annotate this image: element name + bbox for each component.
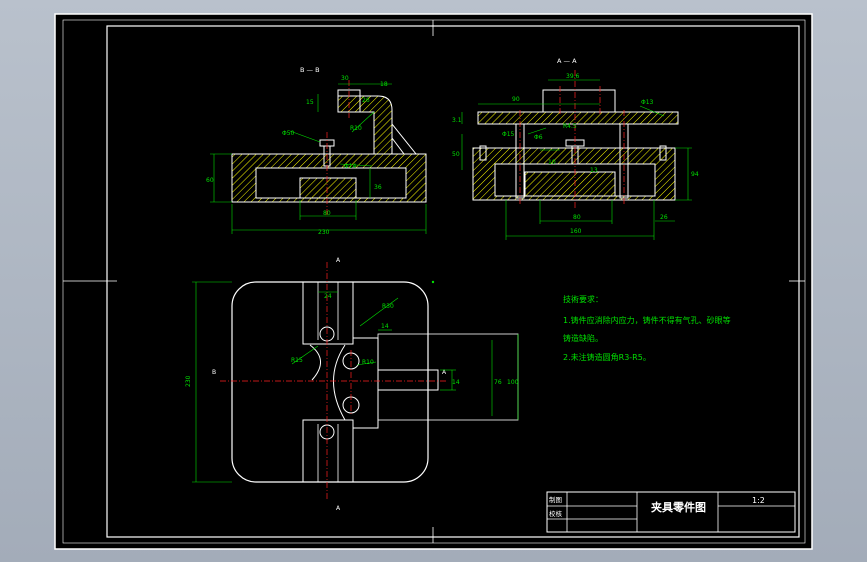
aa-dim-13: 13 — [590, 167, 598, 174]
drawing-sheet: B — B 230 60 80 36 15 Φ50 R10 Φ14 18 26 … — [54, 13, 813, 550]
pv-dim-14b: 14 — [452, 379, 460, 386]
marker-dot — [431, 280, 435, 284]
notes-line2: 2.未注铸造圆角R3-R5。 — [563, 352, 651, 362]
bb-dim-36: 36 — [374, 184, 382, 191]
bb-dim-80: 80 — [323, 210, 331, 217]
pv-dim-76: 76 — [494, 379, 502, 386]
pv-dim-24: 24 — [324, 293, 332, 300]
bb-dim-26: 26 — [362, 97, 370, 104]
tb-scale: 1:2 — [752, 496, 765, 505]
aa-dim-phi13: Φ13 — [641, 99, 654, 106]
pv-dim-r30: R30 — [382, 303, 394, 310]
aa-insert — [524, 171, 616, 197]
bb-dim-230: 230 — [318, 229, 330, 236]
aa-dim-160: 160 — [570, 228, 582, 235]
pv-arrow-b-left: B — [212, 369, 216, 376]
aa-dim-50: 50 — [452, 151, 460, 158]
aa-top-plate — [477, 111, 679, 125]
aa-dim-94: 94 — [691, 171, 699, 178]
pv-dim-r15: R15 — [291, 357, 303, 364]
notes-line1b: 铸造缺陷。 — [563, 333, 603, 343]
bb-dim-30: 30 — [341, 75, 349, 82]
pv-dim-r10: R10 — [362, 359, 374, 366]
pv-dim-14a: 14 — [381, 323, 389, 330]
bb-insert — [299, 177, 357, 199]
aa-dim-phi6: Φ6 — [534, 134, 543, 141]
aa-dim-phi15: Φ15 — [502, 131, 515, 138]
aa-dim-80: 80 — [573, 214, 581, 221]
bb-dim-15: 15 — [306, 99, 314, 106]
section-aa-label: A — A — [557, 57, 577, 65]
cad-viewport[interactable]: B — B 230 60 80 36 15 Φ50 R10 Φ14 18 26 … — [0, 0, 867, 562]
bb-dim-r10: R10 — [350, 125, 362, 132]
notes-title: 技術要求： — [563, 294, 603, 304]
bb-dim-60: 60 — [206, 177, 214, 184]
notes-line1: 1.铸件应消除内应力，铸件不得有气孔、砂眼等 — [563, 315, 731, 325]
section-bb-label: B — B — [300, 66, 320, 74]
bb-dim-phi14: Φ14 — [344, 163, 357, 170]
aa-dim-39-6: 39.6 — [566, 73, 580, 80]
tb-drawing-name: 夹具零件图 — [651, 500, 706, 514]
aa-dim-90: 90 — [512, 96, 520, 103]
aa-dim-10: 10 — [548, 159, 556, 166]
pv-dim-230: 230 — [185, 375, 192, 387]
pv-dim-100: 100 — [507, 379, 519, 386]
bb-dim-phi50: Φ50 — [282, 130, 295, 137]
tb-drawn-label: 制图 — [549, 495, 562, 504]
aa-dim-26: 26 — [660, 214, 668, 221]
aa-dim-r4-5: R4.5 — [563, 123, 577, 130]
tb-checked-label: 校核 — [549, 509, 563, 518]
aa-dim-3-1: 3.1 — [452, 117, 462, 124]
bb-dim-18: 18 — [380, 81, 388, 88]
